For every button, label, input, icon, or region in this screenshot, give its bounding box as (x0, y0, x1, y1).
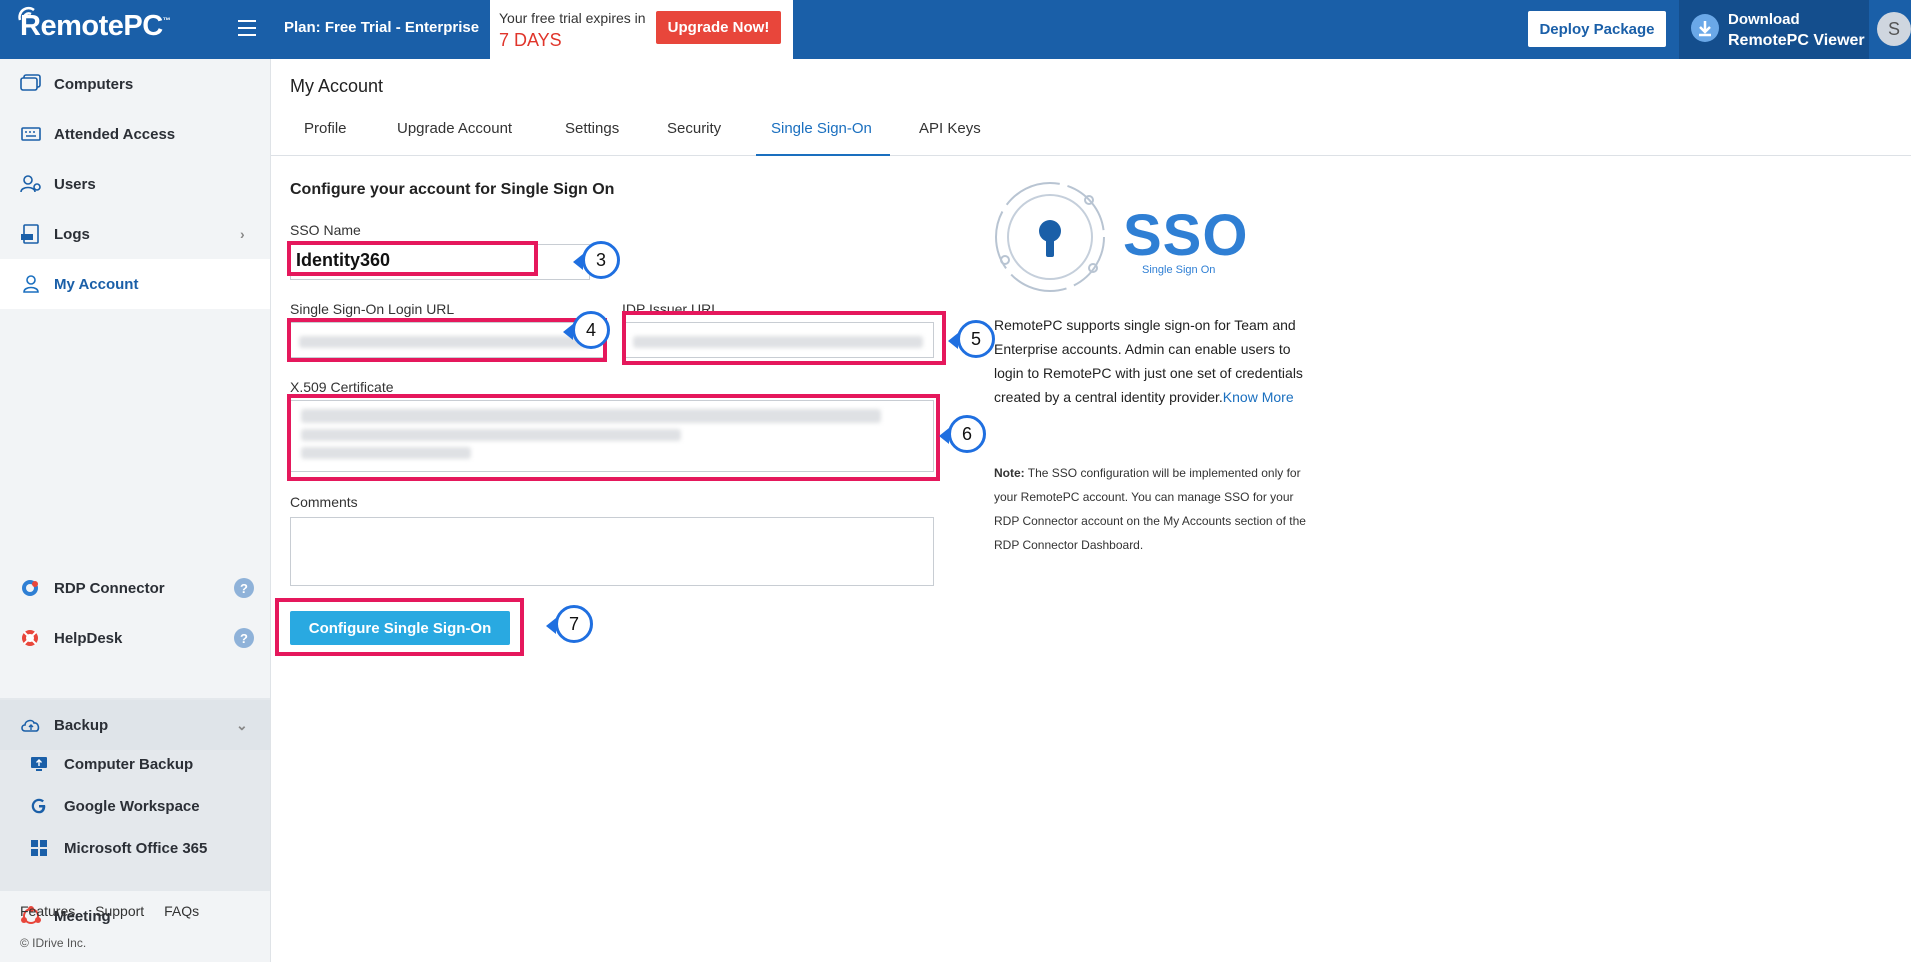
callout-3: 3 (573, 241, 620, 279)
page-title: My Account (290, 76, 384, 96)
tab-single-sign-on[interactable]: Single Sign-On (756, 120, 890, 156)
tab-api-keys[interactable]: API Keys (919, 120, 989, 156)
tab-security[interactable]: Security (667, 120, 737, 156)
download-icon (1691, 14, 1719, 42)
sidebar-item-computers[interactable]: Computers (0, 59, 270, 109)
logs-icon (21, 224, 39, 244)
sidebar-item-label: Logs (54, 225, 90, 243)
download-text: Download RemotePC Viewer (1728, 9, 1865, 51)
tab-bar: Profile Upgrade Account Settings Securit… (271, 116, 1911, 156)
sidebar-subitem-label: Microsoft Office 365 (64, 839, 208, 857)
highlight-box (275, 598, 524, 656)
sidebar-item-label: My Account (54, 275, 139, 293)
login-url-label: Single Sign-On Login URL (290, 301, 455, 317)
trial-text: Your free trial expires in (499, 10, 646, 26)
callout-7: 7 (546, 605, 593, 643)
deploy-package-button[interactable]: Deploy Package (1528, 11, 1666, 47)
chevron-right-icon: › (240, 226, 245, 242)
rdp-icon (22, 580, 38, 596)
sidebar-item-label: Backup (54, 716, 109, 734)
trial-banner: Your free trial expires in 7 DAYS Upgrad… (490, 0, 793, 59)
cloud-upload-icon (21, 719, 40, 732)
footer-links: Features Support FAQs (20, 903, 215, 919)
sso-logo-text: SSO (1123, 203, 1249, 268)
sso-logo-subtitle: Single Sign On (1142, 264, 1216, 276)
comments-field[interactable] (290, 517, 934, 586)
computer-backup-icon (31, 757, 47, 771)
callout-5: 5 (948, 320, 995, 358)
sidebar-item-backup[interactable]: Backup ⌄ (0, 700, 270, 750)
note-text: The SSO configuration will be implemente… (994, 466, 1306, 552)
sidebar-item-my-account[interactable]: My Account (0, 259, 270, 309)
copyright: © IDrive Inc. (20, 936, 87, 950)
download-viewer-button[interactable]: Download RemotePC Viewer (1679, 0, 1869, 59)
sso-description: RemotePC supports single sign-on for Tea… (994, 313, 1318, 409)
download-line1: Download (1728, 11, 1800, 28)
sso-logo: SSO Single Sign On (993, 180, 1248, 299)
sidebar-subitem-label: Computer Backup (64, 755, 194, 773)
highlight-box (287, 394, 940, 481)
sidebar-subitem-google-workspace[interactable]: Google Workspace (0, 786, 270, 826)
sso-name-label: SSO Name (290, 222, 361, 238)
sidebar-item-label: Computers (54, 75, 134, 93)
highlight-box (622, 311, 946, 365)
help-icon[interactable]: ? (234, 628, 254, 648)
footer-link-features[interactable]: Features (20, 903, 75, 919)
sidebar-item-label: HelpDesk (54, 629, 123, 647)
sidebar-subitem-office-365[interactable]: Microsoft Office 365 (0, 828, 270, 868)
logo-swoosh-icon (18, 6, 35, 21)
chevron-down-icon: ⌄ (236, 716, 248, 733)
users-gear-icon (20, 175, 41, 193)
sidebar-item-logs[interactable]: Logs › (0, 209, 270, 259)
sidebar-item-users[interactable]: Users (0, 159, 270, 209)
sidebar: Computers Attended Access Users Logs › M… (0, 59, 271, 962)
trial-days: 7 DAYS (499, 30, 562, 50)
sidebar-item-label: Users (54, 175, 96, 193)
user-icon (23, 275, 39, 293)
know-more-link[interactable]: Know More (1223, 389, 1294, 405)
footer-link-faqs[interactable]: FAQs (164, 903, 199, 919)
footer-link-support[interactable]: Support (95, 903, 144, 919)
tab-profile[interactable]: Profile (304, 120, 354, 156)
callout-4: 4 (563, 311, 610, 349)
sidebar-item-rdp-connector[interactable]: RDP Connector ? (0, 563, 270, 613)
sidebar-subitem-computer-backup[interactable]: Computer Backup (0, 744, 270, 784)
section-title: Configure your account for Single Sign O… (290, 181, 615, 198)
remotepc-logo[interactable]: RemotePC™ (18, 6, 171, 43)
note-label: Note: (994, 466, 1025, 480)
keyboard-icon (21, 127, 41, 141)
callout-6: 6 (939, 415, 986, 453)
menu-icon[interactable] (238, 20, 256, 36)
help-icon[interactable]: ? (234, 578, 254, 598)
sidebar-item-helpdesk[interactable]: HelpDesk ? (0, 613, 270, 663)
logo-tm: ™ (162, 16, 171, 25)
highlight-box (287, 318, 607, 362)
sidebar-item-attended-access[interactable]: Attended Access (0, 109, 270, 159)
tab-settings[interactable]: Settings (565, 120, 635, 156)
monitor-icon (20, 74, 41, 91)
download-line2: RemotePC Viewer (1728, 32, 1865, 49)
upgrade-now-button[interactable]: Upgrade Now! (656, 11, 781, 44)
google-icon (31, 798, 46, 814)
plan-label: Plan: Free Trial - Enterprise (284, 19, 480, 36)
sidebar-subitem-label: Google Workspace (64, 797, 200, 815)
backup-group: Backup ⌄ Computer Backup Google Workspac… (0, 698, 270, 891)
avatar[interactable]: S (1877, 12, 1911, 46)
windows-icon (31, 840, 47, 856)
certificate-label: X.509 Certificate (290, 379, 394, 395)
logo-text: RemotePC (20, 10, 163, 42)
highlight-box (287, 241, 538, 276)
sidebar-item-label: RDP Connector (54, 579, 165, 597)
helpdesk-icon (22, 630, 38, 646)
comments-label: Comments (290, 494, 358, 510)
sso-note: Note: The SSO configuration will be impl… (994, 461, 1320, 557)
tab-upgrade-account[interactable]: Upgrade Account (397, 120, 527, 156)
top-bar: RemotePC™ Plan: Free Trial - Enterprise … (0, 0, 1911, 59)
sidebar-item-label: Attended Access (54, 125, 176, 143)
